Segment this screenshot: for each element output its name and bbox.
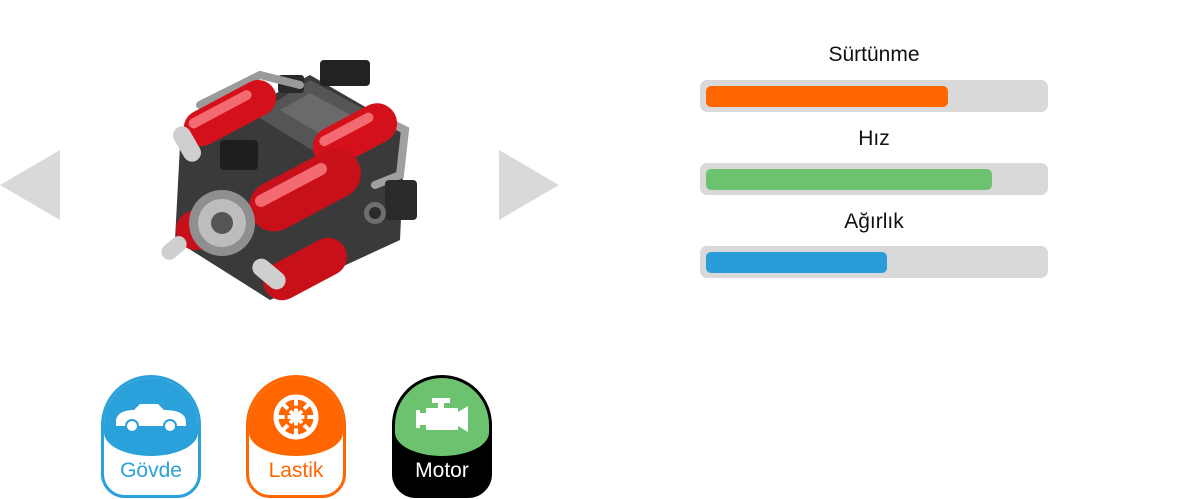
tab-govde-label: Gövde (120, 459, 182, 482)
next-part-button[interactable] (499, 150, 559, 220)
car-icon (116, 404, 186, 433)
stat-fill-weight (706, 252, 887, 273)
tab-lastik-label: Lastik (268, 459, 324, 482)
wheel-icon (273, 394, 319, 440)
tab-motor-label: Motor (415, 459, 469, 482)
stat-label-weight: Ağırlık (844, 210, 904, 233)
stat-fill-friction (706, 86, 948, 107)
tab-lastik[interactable]: Lastik (246, 375, 346, 498)
engine-part-image (160, 55, 422, 310)
arrow-left-icon (0, 150, 60, 220)
stat-label-speed: Hız (858, 127, 890, 150)
stat-bar-speed (700, 163, 1048, 195)
stat-bar-weight (700, 246, 1048, 278)
tab-govde[interactable]: Gövde (101, 375, 201, 498)
arrow-right-icon (499, 150, 559, 220)
stat-fill-speed (706, 169, 992, 190)
prev-part-button[interactable] (0, 150, 60, 220)
engine-icon (416, 398, 468, 432)
tab-motor[interactable]: Motor (392, 375, 492, 498)
stat-label-friction: Sürtünme (828, 43, 920, 66)
stat-bar-friction (700, 80, 1048, 112)
